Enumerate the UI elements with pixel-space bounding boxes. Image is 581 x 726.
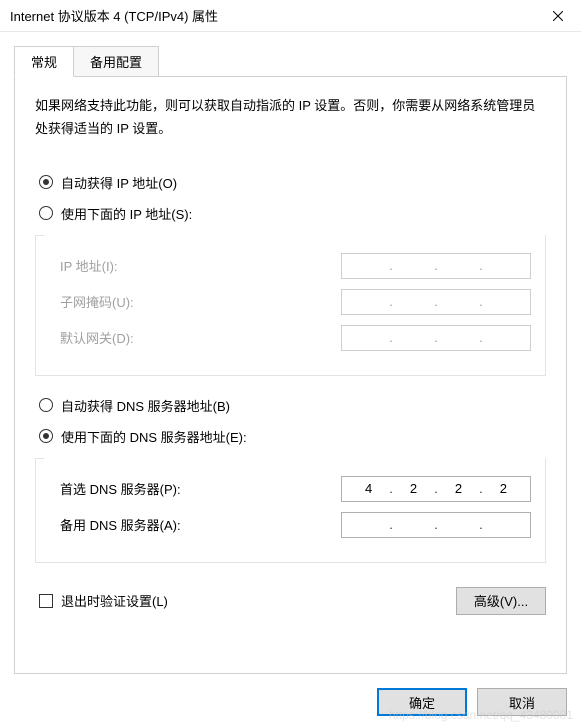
radio-label: 使用下面的 DNS 服务器地址(E): — [61, 427, 247, 446]
checkbox-icon — [39, 594, 53, 608]
content-area: 常规 备用配置 如果网络支持此功能，则可以获取自动指派的 IP 设置。否则，你需… — [0, 32, 581, 674]
subnet-label: 子网掩码(U): — [60, 292, 134, 311]
ip-fields-group: IP 地址(I): . . . 子网掩码(U): . . . 默认网关(D) — [35, 235, 546, 376]
field-gateway: 默认网关(D): . . . — [60, 325, 531, 351]
field-ip-address: IP 地址(I): . . . — [60, 253, 531, 279]
radio-dns-manual[interactable]: 使用下面的 DNS 服务器地址(E): — [35, 427, 546, 446]
radio-label: 自动获得 DNS 服务器地址(B) — [61, 396, 230, 415]
radio-icon — [39, 429, 53, 443]
dot-icon: . — [434, 330, 438, 345]
radio-label: 使用下面的 IP 地址(S): — [61, 204, 192, 223]
tab-panel-general: 如果网络支持此功能，则可以获取自动指派的 IP 设置。否则，你需要从网络系统管理… — [14, 76, 567, 674]
ip-octet: 2 — [397, 481, 431, 496]
radio-ip-manual[interactable]: 使用下面的 IP 地址(S): — [35, 204, 546, 223]
validate-checkbox[interactable]: 退出时验证设置(L) — [39, 591, 168, 610]
dot-icon: . — [389, 294, 393, 309]
ip-octet: 2 — [441, 481, 475, 496]
radio-label: 自动获得 IP 地址(O) — [61, 173, 177, 192]
dot-icon: . — [479, 481, 483, 496]
dot-icon: . — [434, 481, 438, 496]
field-preferred-dns: 首选 DNS 服务器(P): 4. 2. 2. 2 — [60, 476, 531, 502]
window-title: Internet 协议版本 4 (TCP/IPv4) 属性 — [10, 6, 218, 25]
alternate-dns-label: 备用 DNS 服务器(A): — [60, 515, 181, 534]
tab-alternate[interactable]: 备用配置 — [73, 46, 159, 77]
gateway-label: 默认网关(D): — [60, 328, 134, 347]
titlebar: Internet 协议版本 4 (TCP/IPv4) 属性 — [0, 0, 581, 32]
dns-fields-group: 首选 DNS 服务器(P): 4. 2. 2. 2 备用 DNS 服务器(A):… — [35, 458, 546, 563]
dot-icon: . — [479, 258, 483, 273]
validate-label: 退出时验证设置(L) — [61, 591, 168, 610]
dot-icon: . — [434, 517, 438, 532]
radio-icon — [39, 206, 53, 220]
preferred-dns-input[interactable]: 4. 2. 2. 2 — [341, 476, 531, 502]
radio-ip-auto[interactable]: 自动获得 IP 地址(O) — [35, 173, 546, 192]
dot-icon: . — [479, 330, 483, 345]
dialog-footer: 确定 取消 — [0, 674, 581, 716]
radio-dns-auto[interactable]: 自动获得 DNS 服务器地址(B) — [35, 396, 546, 415]
subnet-input[interactable]: . . . — [341, 289, 531, 315]
field-alternate-dns: 备用 DNS 服务器(A): . . . — [60, 512, 531, 538]
dot-icon: . — [479, 294, 483, 309]
dot-icon: . — [479, 517, 483, 532]
dot-icon: . — [434, 294, 438, 309]
preferred-dns-label: 首选 DNS 服务器(P): — [60, 479, 181, 498]
close-icon — [553, 11, 563, 21]
field-subnet: 子网掩码(U): . . . — [60, 289, 531, 315]
ip-octet: 4 — [352, 481, 386, 496]
validate-row: 退出时验证设置(L) 高级(V)... — [35, 587, 546, 615]
advanced-button[interactable]: 高级(V)... — [456, 587, 546, 615]
dot-icon: . — [389, 330, 393, 345]
alternate-dns-input[interactable]: . . . — [341, 512, 531, 538]
ip-octet: 2 — [486, 481, 520, 496]
dot-icon: . — [389, 517, 393, 532]
tab-general[interactable]: 常规 — [14, 46, 74, 77]
ip-address-label: IP 地址(I): — [60, 256, 118, 275]
cancel-button[interactable]: 取消 — [477, 688, 567, 716]
radio-icon — [39, 175, 53, 189]
ok-button[interactable]: 确定 — [377, 688, 467, 716]
radio-icon — [39, 398, 53, 412]
close-button[interactable] — [535, 0, 581, 32]
ip-address-input[interactable]: . . . — [341, 253, 531, 279]
dot-icon: . — [434, 258, 438, 273]
dot-icon: . — [389, 481, 393, 496]
description-text: 如果网络支持此功能，则可以获取自动指派的 IP 设置。否则，你需要从网络系统管理… — [35, 95, 546, 141]
tab-strip: 常规 备用配置 — [14, 46, 567, 77]
dot-icon: . — [389, 258, 393, 273]
gateway-input[interactable]: . . . — [341, 325, 531, 351]
